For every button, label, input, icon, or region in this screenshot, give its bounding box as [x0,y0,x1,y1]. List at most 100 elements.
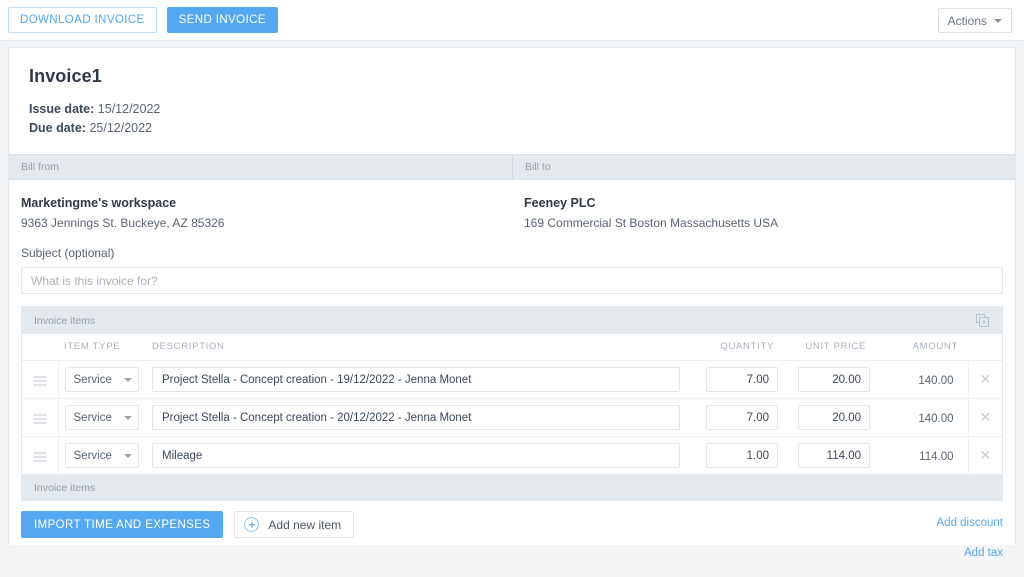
row-quantity-cell [696,398,788,437]
row-remove-cell: ✕ [967,360,1002,399]
download-invoice-button[interactable]: DOWNLOAD INVOICE [8,7,157,33]
quantity-input[interactable] [706,405,778,430]
row-handle-cell [22,360,59,399]
description-input[interactable] [152,443,680,468]
row-remove-cell: ✕ [967,436,1002,475]
subject-input[interactable] [21,267,1003,294]
invoice-items-tbody: Service 140.00 [22,360,1002,475]
table-header-row: ITEM TYPE DESCRIPTION QUANTITY UNIT PRIC… [22,334,1002,361]
col-item-type: ITEM TYPE [58,334,142,361]
item-type-select[interactable]: Service [64,443,139,468]
row-amount-cell: 140.00 [880,398,968,437]
col-amount: AMOUNT [880,334,968,361]
copy-icon[interactable] [972,311,994,331]
row-handle-cell [22,398,59,437]
row-unit-price-cell [788,398,880,437]
subject-section: Subject (optional) [9,238,1015,294]
add-tax-link[interactable]: Add tax [937,547,1003,577]
bill-to-name: Feeney PLC [524,196,596,210]
row-unit-price-cell [788,360,880,399]
add-new-item-button[interactable]: + Add new item [234,511,355,538]
description-input[interactable] [152,405,680,430]
invoice-items-table: ITEM TYPE DESCRIPTION QUANTITY UNIT PRIC… [22,334,1002,475]
unit-price-input[interactable] [798,367,870,392]
unit-price-input[interactable] [798,443,870,468]
drag-handle-icon[interactable] [32,413,47,424]
invoice-items-header-bar: Invoice items [22,307,1002,334]
row-quantity-cell [696,436,788,475]
bill-to-block[interactable]: Feeney PLC 169 Commercial St Boston Mass… [512,196,1015,230]
top-action-bar: DOWNLOAD INVOICE SEND INVOICE Actions [0,0,1024,41]
invoice-items-footer-bar: Invoice items [22,475,1002,501]
bill-from-header: Bill from [21,161,59,173]
bill-section-headers: Bill from Bill to [9,154,1015,180]
send-invoice-button[interactable]: SEND INVOICE [166,7,278,33]
invoice-card: Invoice1 Issue date: 15/12/2022 Due date… [8,47,1016,559]
description-input[interactable] [152,367,680,392]
chevron-down-icon [123,415,132,420]
add-discount-link[interactable]: Add discount [937,517,1004,547]
close-icon[interactable]: ✕ [979,371,991,387]
subject-label: Subject (optional) [21,246,115,260]
invoice-items-panel: Invoice items ITEM TYPE DESCRIPTION QUAN… [21,306,1003,501]
invoice-dates: Issue date: 15/12/2022 Due date: 25/12/2… [29,100,995,138]
due-date-label: Due date: [29,121,86,135]
add-new-item-label: Add new item [268,517,342,532]
bill-to-address: 169 Commercial St Boston Massachusetts U… [524,216,779,230]
table-row: Service 114.00 [22,436,1002,475]
item-type-select[interactable]: Service [64,367,139,392]
row-description-cell [142,398,696,437]
row-amount-cell: 114.00 [880,436,968,475]
invoice-header: Invoice1 Issue date: 15/12/2022 Due date… [9,48,1015,154]
item-type-value: Service [73,449,112,462]
close-icon[interactable]: ✕ [979,409,991,425]
table-row: Service 140.00 [22,398,1002,437]
items-actions-row: IMPORT TIME AND EXPENSES + Add new item … [9,501,1015,577]
invoice-items-header-label: Invoice items [34,314,96,327]
invoice-items-footer-label: Invoice items [34,482,96,494]
row-amount-cell: 140.00 [880,360,968,399]
issue-date-row: Issue date: 15/12/2022 [29,100,995,119]
actions-dropdown-button[interactable]: Actions [937,8,1012,33]
col-description: DESCRIPTION [142,334,696,361]
chevron-down-icon [994,18,1002,23]
col-unit-price: UNIT PRICE [788,334,880,361]
row-description-cell [142,360,696,399]
row-item-type-cell: Service [58,360,142,399]
row-handle-cell [22,436,59,475]
due-date-row: Due date: 25/12/2022 [29,119,995,138]
drag-handle-icon[interactable] [32,451,47,462]
issue-date-label: Issue date: [29,102,95,116]
import-time-expenses-button[interactable]: IMPORT TIME AND EXPENSES [21,511,224,538]
quantity-input[interactable] [706,443,778,468]
amount-value: 140.00 [918,375,954,387]
row-item-type-cell: Service [58,398,142,437]
chevron-down-icon [123,453,132,458]
plus-circle-icon: + [244,517,260,532]
amount-value: 140.00 [918,413,954,425]
actions-label: Actions [947,13,987,28]
row-description-cell [142,436,696,475]
bill-from-address: 9363 Jennings St. Buckeye, AZ 85326 [21,216,225,230]
close-icon[interactable]: ✕ [979,447,991,463]
row-unit-price-cell [788,436,880,475]
chevron-down-icon [123,377,132,382]
row-remove-cell: ✕ [967,398,1002,437]
unit-price-input[interactable] [798,405,870,430]
item-type-select[interactable]: Service [64,405,139,430]
bill-from-name: Marketingme's workspace [21,196,177,210]
page-title: Invoice1 [29,66,102,86]
amount-value: 114.00 [919,451,954,463]
col-remove [968,334,1002,361]
due-date-value: 25/12/2022 [89,121,152,135]
items-actions-left: IMPORT TIME AND EXPENSES + Add new item [21,511,355,538]
quantity-input[interactable] [706,367,778,392]
item-type-value: Service [73,411,112,424]
drag-handle-icon[interactable] [32,375,47,386]
item-type-value: Service [73,373,112,386]
bill-from-block[interactable]: Marketingme's workspace 9363 Jennings St… [9,196,512,230]
totals-links: Add discount Add tax [937,511,1004,577]
row-quantity-cell [696,360,788,399]
bill-section-body: Marketingme's workspace 9363 Jennings St… [9,180,1015,238]
table-row: Service 140.00 [22,360,1002,399]
